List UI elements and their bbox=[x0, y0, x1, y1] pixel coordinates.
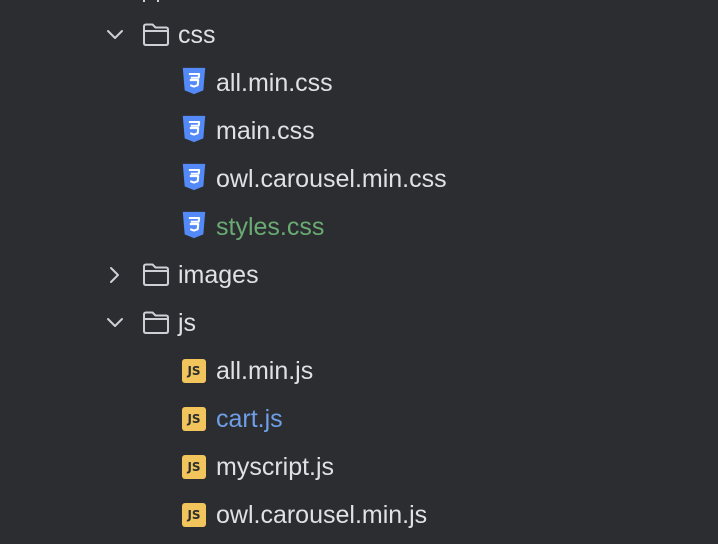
chevron-down-icon[interactable] bbox=[103, 23, 127, 47]
file-label: owl.carousel.min.css bbox=[216, 165, 447, 193]
css-file-icon bbox=[182, 115, 206, 143]
folder-icon bbox=[143, 23, 169, 46]
tree-file-all-min-js[interactable]: JS all.min.js bbox=[0, 347, 718, 395]
tree-file-owl-carousel-min-css[interactable]: owl.carousel.min.css bbox=[0, 155, 718, 203]
tree-file-myscript-js[interactable]: JS myscript.js bbox=[0, 443, 718, 491]
css-file-icon bbox=[182, 211, 206, 239]
js-file-icon: JS bbox=[182, 359, 206, 383]
file-label: all.min.js bbox=[216, 357, 314, 385]
folder-icon bbox=[143, 311, 169, 334]
tree-file-cart-js[interactable]: JS cart.js bbox=[0, 395, 718, 443]
tree-file-all-min-css[interactable]: all.min.css bbox=[0, 59, 718, 107]
tree-folder-js[interactable]: js bbox=[0, 299, 718, 347]
tree-file-owl-carousel-min-js[interactable]: JS owl.carousel.min.js bbox=[0, 491, 718, 539]
tree-file-styles-css[interactable]: styles.css bbox=[0, 203, 718, 251]
tree-file-main-css[interactable]: main.css bbox=[0, 107, 718, 155]
file-label: styles.css bbox=[216, 213, 325, 241]
chevron-right-icon[interactable] bbox=[103, 263, 127, 287]
css-file-icon bbox=[182, 67, 206, 95]
folder-icon bbox=[143, 263, 169, 286]
js-file-icon: JS bbox=[182, 407, 206, 431]
folder-label: images bbox=[178, 261, 259, 289]
js-file-icon: JS bbox=[182, 503, 206, 527]
folder-icon-partial bbox=[143, 0, 159, 2]
project-tree: css all.min.css main.css owl.carousel.mi… bbox=[0, 0, 718, 544]
file-label: owl.carousel.min.js bbox=[216, 501, 428, 529]
css-file-icon bbox=[182, 163, 206, 191]
tree-folder-css[interactable]: css bbox=[0, 11, 718, 59]
chevron-down-icon[interactable] bbox=[103, 311, 127, 335]
tree-folder-images[interactable]: images bbox=[0, 251, 718, 299]
file-label: cart.js bbox=[216, 405, 283, 433]
file-label: all.min.css bbox=[216, 69, 333, 97]
folder-label: css bbox=[178, 21, 216, 49]
js-file-icon: JS bbox=[182, 455, 206, 479]
folder-label: js bbox=[178, 309, 197, 337]
file-label: myscript.js bbox=[216, 453, 335, 481]
file-label: main.css bbox=[216, 117, 315, 145]
